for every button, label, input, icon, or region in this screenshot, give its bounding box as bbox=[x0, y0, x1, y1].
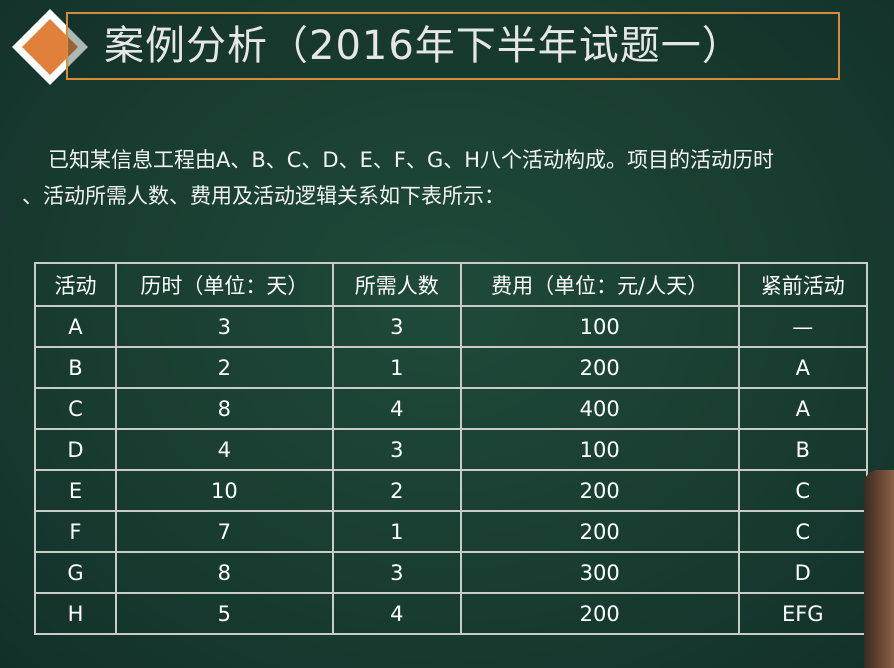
cell-predecessor: C bbox=[737, 510, 869, 553]
cell-duration: 10 bbox=[114, 469, 334, 512]
presenter-hand bbox=[864, 470, 894, 668]
cell-activity: D bbox=[34, 428, 117, 471]
header-activity: 活动 bbox=[34, 262, 117, 307]
cell-duration: 8 bbox=[114, 387, 334, 430]
table-row: E 10 2 200 C bbox=[34, 469, 869, 512]
cell-activity: H bbox=[34, 592, 117, 635]
cell-predecessor: — bbox=[737, 305, 869, 348]
table-row: F 7 1 200 C bbox=[34, 510, 869, 553]
table-row: C 8 4 400 A bbox=[34, 387, 869, 430]
cell-cost: 400 bbox=[459, 387, 740, 430]
cell-activity: F bbox=[34, 510, 117, 553]
cell-duration: 8 bbox=[114, 551, 334, 594]
table-row: G 8 3 300 D bbox=[34, 551, 869, 594]
page-title: 案例分析（2016年下半年试题一） bbox=[104, 23, 743, 69]
cell-people: 2 bbox=[331, 469, 462, 512]
header-cost: 费用（单位：元/人天） bbox=[459, 262, 740, 307]
activity-table: 活动 历时（单位：天） 所需人数 费用（单位：元/人天） 紧前活动 A 3 3 … bbox=[34, 262, 869, 635]
header-people: 所需人数 bbox=[331, 262, 462, 307]
intro-line-2: 、活动所需人数、费用及活动逻辑关系如下表所示： bbox=[22, 184, 505, 208]
cell-cost: 200 bbox=[459, 510, 740, 553]
cell-cost: 200 bbox=[459, 469, 740, 512]
table-row: A 3 3 100 — bbox=[34, 305, 869, 348]
cell-cost: 100 bbox=[459, 428, 740, 471]
cell-activity: E bbox=[34, 469, 117, 512]
cell-duration: 3 bbox=[114, 305, 334, 348]
cell-cost: 300 bbox=[459, 551, 740, 594]
cell-activity: A bbox=[34, 305, 117, 348]
cell-people: 1 bbox=[331, 346, 462, 389]
cell-predecessor: EFG bbox=[737, 592, 869, 635]
table-row: B 2 1 200 A bbox=[34, 346, 869, 389]
table-row: H 5 4 200 EFG bbox=[34, 592, 869, 635]
intro-line-1: 已知某信息工程由A、B、C、D、E、F、G、H八个活动构成。项目的活动历时 bbox=[48, 148, 775, 172]
cell-activity: B bbox=[34, 346, 117, 389]
cell-predecessor: C bbox=[737, 469, 869, 512]
cell-activity: C bbox=[34, 387, 117, 430]
cell-duration: 4 bbox=[114, 428, 334, 471]
cell-duration: 5 bbox=[114, 592, 334, 635]
cell-people: 3 bbox=[331, 551, 462, 594]
table-header-row: 活动 历时（单位：天） 所需人数 费用（单位：元/人天） 紧前活动 bbox=[34, 262, 869, 307]
cell-predecessor: B bbox=[737, 428, 869, 471]
cell-predecessor: D bbox=[737, 551, 869, 594]
cell-people: 4 bbox=[331, 387, 462, 430]
header-duration: 历时（单位：天） bbox=[114, 262, 334, 307]
cell-cost: 100 bbox=[459, 305, 740, 348]
cell-people: 3 bbox=[331, 305, 462, 348]
cell-predecessor: A bbox=[737, 346, 869, 389]
cell-cost: 200 bbox=[459, 346, 740, 389]
cell-cost: 200 bbox=[459, 592, 740, 635]
cell-duration: 2 bbox=[114, 346, 334, 389]
cell-people: 3 bbox=[331, 428, 462, 471]
table-row: D 4 3 100 B bbox=[34, 428, 869, 471]
cell-duration: 7 bbox=[114, 510, 334, 553]
cell-people: 1 bbox=[331, 510, 462, 553]
intro-paragraph: 已知某信息工程由A、B、C、D、E、F、G、H八个活动构成。项目的活动历时 、活… bbox=[22, 142, 882, 214]
cell-people: 4 bbox=[331, 592, 462, 635]
cell-predecessor: A bbox=[737, 387, 869, 430]
header-predecessor: 紧前活动 bbox=[737, 262, 869, 307]
cell-activity: G bbox=[34, 551, 117, 594]
